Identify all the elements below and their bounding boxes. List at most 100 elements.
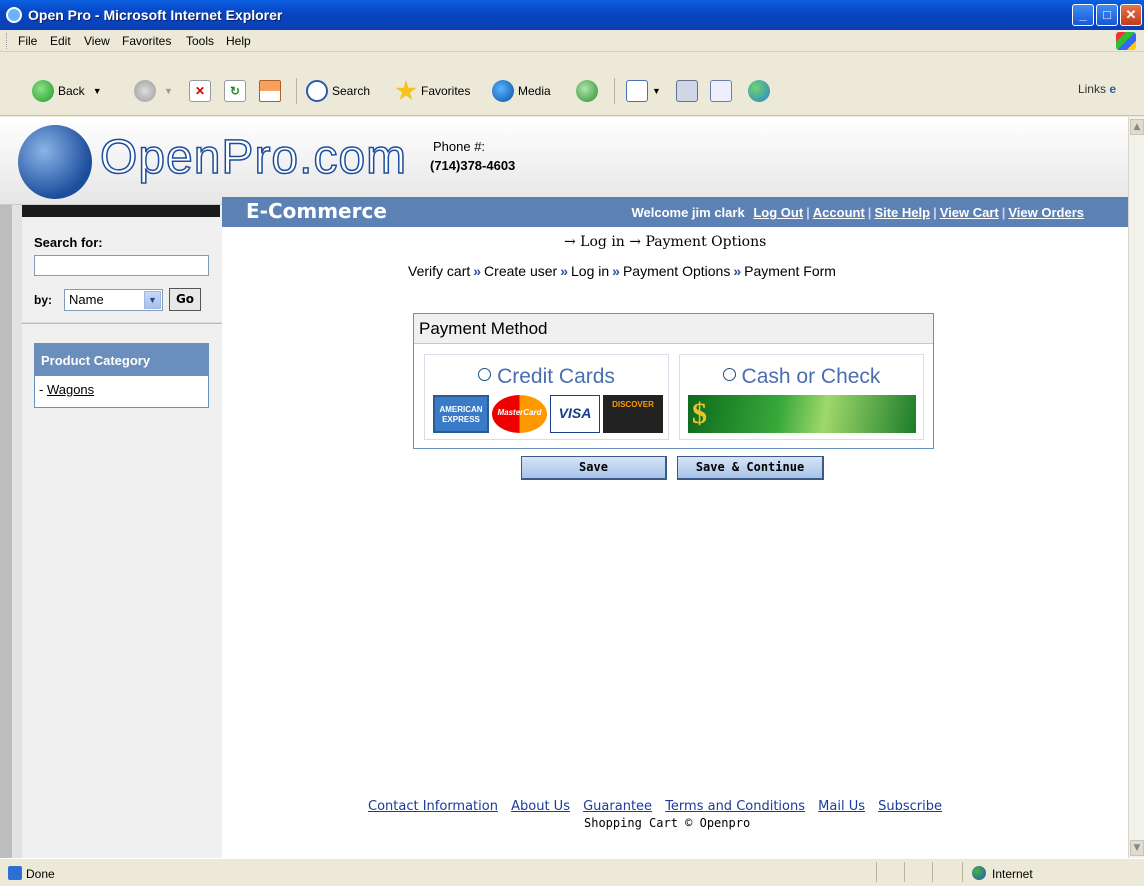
site-logo[interactable]: OpenPro.com xyxy=(99,130,407,185)
cash-or-check-radio[interactable] xyxy=(722,368,736,381)
windows-logo-icon xyxy=(1116,32,1136,50)
forward-dropdown-icon: ▼ xyxy=(164,86,173,96)
discover-logo: DISCOVER xyxy=(603,395,663,433)
history-icon xyxy=(576,80,598,102)
step-verify-cart: Verify cart xyxy=(408,263,471,279)
scroll-up-icon[interactable]: ▲ xyxy=(1130,119,1144,135)
toolbar-separator xyxy=(296,78,297,104)
search-by-label: by: xyxy=(34,293,52,307)
category-link-wagons[interactable]: Wagons xyxy=(47,382,94,397)
minimize-button[interactable]: _ xyxy=(1072,4,1094,26)
dollar-sign-icon: $ xyxy=(692,397,707,430)
search-by-select[interactable]: Name ▼ xyxy=(64,289,163,311)
menu-file[interactable]: File xyxy=(18,34,37,48)
menu-tools[interactable]: Tools xyxy=(186,34,214,48)
forward-button[interactable]: ▼ xyxy=(134,78,173,104)
stop-button[interactable]: ✕ xyxy=(189,78,215,104)
back-button[interactable]: Back ▼ xyxy=(32,78,102,104)
sidebar-divider xyxy=(22,322,222,324)
footer-subscribe-link[interactable]: Subscribe xyxy=(878,799,942,814)
mail-icon xyxy=(626,80,648,102)
footer-links: Contact Information About Us Guarantee T… xyxy=(368,799,951,814)
credit-cards-option[interactable]: Credit Cards AMERICAN EXPRESS MasterCard… xyxy=(424,354,669,440)
menu-help[interactable]: Help xyxy=(226,34,251,48)
footer-mail-link[interactable]: Mail Us xyxy=(818,799,865,814)
payment-method-box: Payment Method Credit Cards AMERICAN EXP… xyxy=(413,313,934,449)
scroll-down-icon[interactable]: ▼ xyxy=(1130,840,1144,856)
phone-label: Phone #: xyxy=(433,139,486,154)
window-title-bar: Open Pro - Microsoft Internet Explorer _… xyxy=(0,0,1144,30)
nav-separator: | xyxy=(933,205,937,220)
footer-about-link[interactable]: About Us xyxy=(511,799,570,814)
sidebar-frame xyxy=(0,205,12,858)
copyright-text: Shopping Cart © Openpro xyxy=(584,816,751,830)
close-button[interactable]: ✕ xyxy=(1120,4,1142,26)
footer-contact-link[interactable]: Contact Information xyxy=(368,799,498,814)
menu-grip xyxy=(6,33,9,49)
credit-cards-radio[interactable] xyxy=(478,368,492,381)
footer-terms-link[interactable]: Terms and Conditions xyxy=(665,799,805,814)
nav-links: Welcome jim clark Log Out | Account | Site H… xyxy=(631,205,1084,220)
refresh-button[interactable]: ↻ xyxy=(224,78,250,104)
double-chevron-icon: » xyxy=(473,263,482,279)
cash-or-check-option[interactable]: Cash or Check $ xyxy=(679,354,924,440)
nav-brand: E-Commerce xyxy=(246,199,387,223)
search-label: Search xyxy=(332,84,371,98)
footer-guarantee-link[interactable]: Guarantee xyxy=(583,799,652,814)
maximize-button[interactable]: □ xyxy=(1096,4,1118,26)
step-payment-form: Payment Form xyxy=(744,263,836,279)
mail-button[interactable]: ▼ xyxy=(626,78,661,104)
go-button[interactable]: Go xyxy=(169,288,201,311)
product-search-input[interactable] xyxy=(34,255,209,276)
site-help-link[interactable]: Site Help xyxy=(874,205,930,220)
double-chevron-icon: » xyxy=(733,263,742,279)
phone-number: (714)378-4603 xyxy=(430,158,516,173)
sidebar: Search for: by: Name ▼ Go Product Catego… xyxy=(22,205,222,858)
money-image: $ xyxy=(688,395,916,433)
sidebar-frame-inner xyxy=(12,205,22,858)
edit-button[interactable] xyxy=(710,78,736,104)
refresh-icon: ↻ xyxy=(224,80,246,102)
cash-or-check-label: Cash or Check xyxy=(741,365,881,388)
status-text: Done xyxy=(26,867,55,881)
welcome-text: Welcome jim clark xyxy=(631,205,745,220)
vertical-scrollbar[interactable]: ▲ ▼ xyxy=(1128,117,1144,858)
save-continue-button[interactable]: Save & Continue xyxy=(677,456,824,480)
security-zone: Internet xyxy=(992,867,1033,881)
search-button[interactable]: Search xyxy=(306,78,370,104)
favorites-button[interactable]: Favorites xyxy=(395,78,470,104)
links-ie-icon: e xyxy=(1109,82,1116,96)
menu-view[interactable]: View xyxy=(84,34,110,48)
checkout-steps: Verify cart» Create user» Log in» Payment O… xyxy=(408,263,836,279)
double-chevron-icon: » xyxy=(560,263,568,279)
amex-logo: AMERICAN EXPRESS xyxy=(433,395,489,433)
mail-dropdown-icon[interactable]: ▼ xyxy=(652,86,661,96)
view-orders-link[interactable]: View Orders xyxy=(1008,205,1084,220)
back-dropdown-icon[interactable]: ▼ xyxy=(93,86,102,96)
links-button[interactable]: Links e xyxy=(1078,82,1116,96)
status-panel-divider xyxy=(932,862,933,882)
ie-icon xyxy=(6,7,22,23)
logout-link[interactable]: Log Out xyxy=(753,205,803,220)
visa-logo: VISA xyxy=(550,395,600,433)
messenger-button[interactable] xyxy=(748,78,774,104)
menu-favorites[interactable]: Favorites xyxy=(122,34,171,48)
view-cart-link[interactable]: View Cart xyxy=(940,205,999,220)
mastercard-logo: MasterCard xyxy=(492,395,547,433)
home-button[interactable] xyxy=(259,78,285,104)
site-header: OpenPro.com Phone #: (714)378-4603 xyxy=(0,117,1128,205)
print-button[interactable] xyxy=(676,78,702,104)
page-content: OpenPro.com Phone #: (714)378-4603 Searc… xyxy=(0,117,1128,858)
chevron-down-icon[interactable]: ▼ xyxy=(144,291,161,309)
search-icon xyxy=(306,80,328,102)
card-logos: AMERICAN EXPRESS MasterCard VISA DISCOVE… xyxy=(433,395,663,433)
account-link[interactable]: Account xyxy=(813,205,865,220)
save-button[interactable]: Save xyxy=(521,456,667,480)
history-button[interactable] xyxy=(576,78,602,104)
window-title: Open Pro - Microsoft Internet Explorer xyxy=(28,7,283,23)
menu-edit[interactable]: Edit xyxy=(50,34,71,48)
step-log-in: Log in xyxy=(571,263,610,279)
media-button[interactable]: Media xyxy=(492,78,551,104)
credit-cards-label: Credit Cards xyxy=(497,365,615,388)
nav-separator: | xyxy=(806,205,810,220)
